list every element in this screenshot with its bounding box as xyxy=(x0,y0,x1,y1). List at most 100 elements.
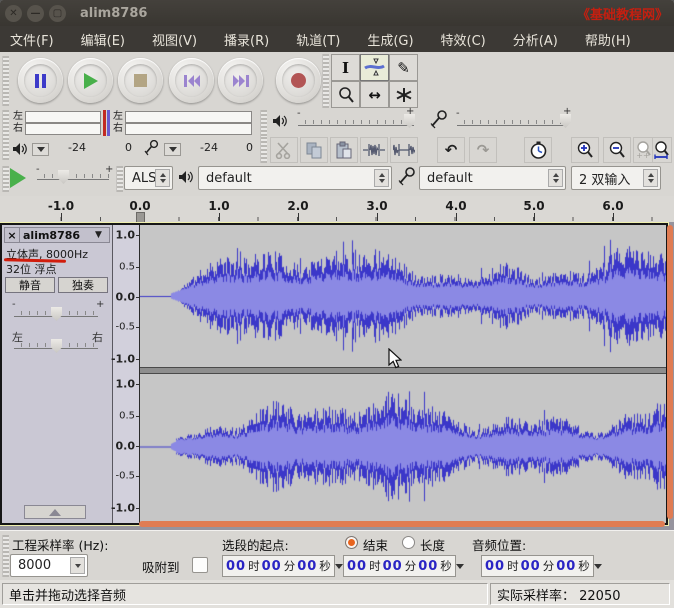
input-mic-icon xyxy=(430,110,448,129)
channels-spin[interactable] xyxy=(643,169,658,187)
selection-end-field[interactable]: 00时 00分 00秒 xyxy=(343,555,456,577)
meter-grip[interactable] xyxy=(2,110,9,160)
input-volume-slider[interactable] xyxy=(457,125,567,126)
trim-button[interactable] xyxy=(360,137,388,163)
track-control-panel[interactable]: × alim8786 ▼ 立体声, 8000Hz 32位 浮点 静音 独奏 - … xyxy=(2,225,113,523)
skip-end-button[interactable] xyxy=(218,58,263,103)
playback-meter-left-bar[interactable] xyxy=(25,111,101,123)
timefield-dropdown-icon[interactable] xyxy=(456,564,464,569)
record-meter-left-bar[interactable] xyxy=(125,111,252,123)
output-device-spin[interactable] xyxy=(374,169,389,187)
menu-tracks[interactable]: 轨道(T) xyxy=(296,30,340,49)
solo-button[interactable]: 独奏 xyxy=(58,277,108,293)
channel-divider[interactable] xyxy=(140,367,666,374)
ruler-minor-ticks xyxy=(22,217,654,221)
playback-meter-dropdown[interactable] xyxy=(32,143,49,156)
length-radio[interactable] xyxy=(402,536,415,549)
stop-button[interactable] xyxy=(118,58,163,103)
record-meter-dropdown[interactable] xyxy=(164,143,181,156)
pan-slider-thumb[interactable] xyxy=(51,339,62,353)
menu-help[interactable]: 帮助(H) xyxy=(585,30,631,49)
selbar-grip[interactable] xyxy=(2,535,9,577)
playback-scale-neg24: -24 xyxy=(68,141,86,154)
host-spin[interactable] xyxy=(155,169,170,187)
zoom-tool-button[interactable] xyxy=(331,81,360,108)
timeshift-tool-button[interactable]: ↔ xyxy=(360,81,389,108)
audio-position-field[interactable]: 00时 00分 00秒 xyxy=(481,555,594,577)
paste-button[interactable] xyxy=(330,137,358,163)
selection-start-field[interactable]: 00时 00分 00秒 xyxy=(222,555,335,577)
project-rate-select[interactable]: 8000 xyxy=(10,554,88,577)
track-header[interactable]: × alim8786 ▼ xyxy=(4,227,110,243)
undo-button[interactable]: ↶ xyxy=(437,137,465,163)
draw-tool-button[interactable]: ✎ xyxy=(389,54,418,81)
timefield-dropdown-icon[interactable] xyxy=(335,564,343,569)
window-maximize-icon[interactable]: ▢ xyxy=(49,5,66,22)
pause-button[interactable] xyxy=(18,58,63,103)
menu-edit[interactable]: 编辑(E) xyxy=(81,30,125,49)
play-button[interactable] xyxy=(68,58,113,103)
track-collapse-button[interactable] xyxy=(24,505,86,519)
waveform-display[interactable] xyxy=(140,225,666,523)
playback-meter-right-bar[interactable] xyxy=(25,123,101,135)
transcription-grip[interactable] xyxy=(2,166,9,192)
menu-effect[interactable]: 特效(C) xyxy=(441,30,486,49)
edit-grip[interactable] xyxy=(260,137,267,163)
timefield-dropdown-icon[interactable] xyxy=(594,564,602,569)
record-meter-right-bar[interactable] xyxy=(125,123,252,135)
copy-button[interactable] xyxy=(300,137,328,163)
tools-grip[interactable] xyxy=(322,54,329,108)
end-radio[interactable] xyxy=(345,536,358,549)
audio-track[interactable]: × alim8786 ▼ 立体声, 8000Hz 32位 浮点 静音 独奏 - … xyxy=(0,223,668,525)
redo-button[interactable]: ↷ xyxy=(469,137,497,163)
silence-button[interactable] xyxy=(390,137,418,163)
zoom-selection-button[interactable]: ++ xyxy=(633,137,653,163)
skip-start-icon xyxy=(183,74,201,88)
timeshift-icon: ↔ xyxy=(368,86,381,104)
envelope-tool-button[interactable] xyxy=(360,54,389,81)
menu-analyze[interactable]: 分析(A) xyxy=(513,30,558,49)
transport-grip[interactable] xyxy=(2,56,9,106)
device-grip[interactable] xyxy=(116,166,123,192)
input-channels-select[interactable]: 2 双输入 xyxy=(571,166,661,190)
waveform-right-channel[interactable] xyxy=(140,374,666,519)
snap-to-checkbox[interactable] xyxy=(192,557,208,573)
vertical-scrollbar[interactable] xyxy=(667,225,673,519)
record-scale-neg24: -24 xyxy=(200,141,218,154)
menu-file[interactable]: 文件(F) xyxy=(10,30,54,49)
window-minimize-icon[interactable]: — xyxy=(27,5,44,22)
horizontal-scrollbar[interactable] xyxy=(139,521,665,527)
zoom-out-button[interactable] xyxy=(603,137,631,163)
rate-dropdown[interactable] xyxy=(70,557,85,574)
track-close-button[interactable]: × xyxy=(5,228,20,242)
envelope-icon xyxy=(364,58,385,77)
gain-slider-thumb[interactable] xyxy=(51,307,62,321)
record-button[interactable] xyxy=(276,58,321,103)
menu-generate[interactable]: 生成(G) xyxy=(367,30,413,49)
speed-slider[interactable] xyxy=(37,179,109,180)
track-menu-dropdown[interactable]: ▼ xyxy=(95,230,109,240)
amp-label: 0.5 xyxy=(119,411,135,422)
play-at-speed-button[interactable] xyxy=(10,168,26,188)
host-select[interactable]: ALSA xyxy=(124,166,173,190)
skip-start-button[interactable] xyxy=(169,58,214,103)
output-volume-slider[interactable] xyxy=(298,125,414,126)
speed-slider-thumb[interactable] xyxy=(58,170,69,184)
waveform-left-channel[interactable] xyxy=(140,225,666,367)
timer-record-button[interactable] xyxy=(524,137,552,163)
multi-tool-button[interactable] xyxy=(389,81,418,108)
menu-transport[interactable]: 播录(R) xyxy=(224,30,269,49)
amplitude-ruler[interactable]: 1.0 0.5 0.0 -0.5 -1.0 1.0 0.5 0.0 -0.5 -… xyxy=(113,225,140,523)
input-device-select[interactable]: default xyxy=(419,166,566,190)
title-bar[interactable]: ✕ — ▢ alim8786 《基础教程网》 xyxy=(0,0,674,26)
cut-button[interactable] xyxy=(270,137,298,163)
mute-button[interactable]: 静音 xyxy=(5,277,55,293)
selection-tool-button[interactable]: I xyxy=(331,54,360,81)
zoom-fit-button[interactable] xyxy=(652,137,672,163)
timeline-ruler[interactable]: -1.0 0.0 1.0 2.0 3.0 4.0 5.0 6.0 xyxy=(0,196,674,223)
window-close-icon[interactable]: ✕ xyxy=(5,5,22,22)
zoom-in-button[interactable] xyxy=(571,137,599,163)
output-device-select[interactable]: default xyxy=(198,166,392,190)
menu-view[interactable]: 视图(V) xyxy=(152,30,197,49)
input-device-spin[interactable] xyxy=(548,169,563,187)
